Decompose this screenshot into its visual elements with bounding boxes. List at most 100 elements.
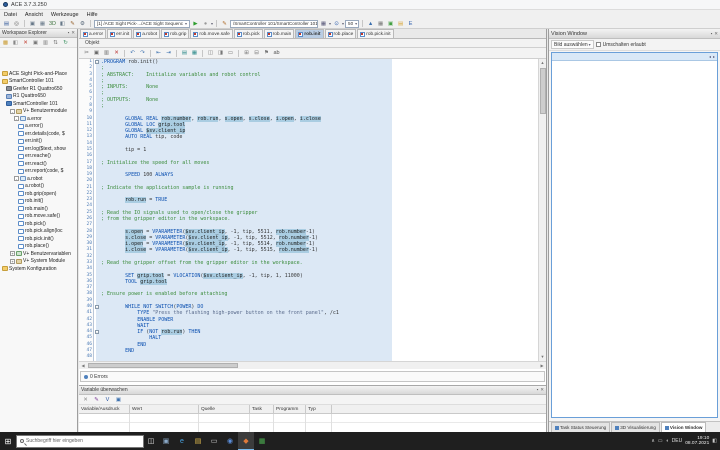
collapse-icon[interactable]: - — [14, 176, 19, 181]
tree-item-V+-Benutzermodule[interactable]: -V+ Benutzermodule — [0, 108, 77, 116]
taskbar-clock[interactable]: 19:10 08.07.2021 — [685, 436, 709, 447]
power-button[interactable]: ⊙ — [332, 19, 341, 28]
stop-button[interactable]: ● — [201, 19, 210, 28]
watch-column-task[interactable]: Task — [250, 405, 274, 413]
tree-item-R1-Quattro650[interactable]: R1 Quattro650 — [0, 93, 77, 101]
task-view-button[interactable]: ◫ — [144, 432, 158, 450]
copy-icon[interactable]: ▣ — [28, 19, 37, 28]
watch-column-quelle[interactable]: Quelle — [199, 405, 250, 413]
tree-item-err.init-[interactable]: err.init() — [0, 138, 77, 146]
collapse-icon[interactable]: - — [10, 109, 15, 114]
tree-item-err.react-[interactable]: err.react() — [0, 160, 77, 168]
vplus-icon[interactable]: V — [103, 395, 112, 404]
expand-icon[interactable]: + — [10, 259, 15, 264]
chevron-down-icon[interactable]: ▾ — [329, 21, 331, 26]
tree-item-System-Konfiguration[interactable]: System Konfiguration — [0, 265, 77, 273]
tree-item-rob.main-[interactable]: rob.main() — [0, 205, 77, 213]
emulation-icon[interactable]: E — [406, 19, 415, 28]
collapse-all-icon[interactable]: ⊟ — [252, 49, 261, 58]
paste-icon[interactable]: ▥ — [41, 38, 50, 47]
tray-volume-icon[interactable]: ◖ — [666, 438, 669, 444]
watch-column-variable-ausdruck[interactable]: Variable/Ausdruck — [79, 405, 130, 413]
expand-all-icon[interactable]: ⊞ — [242, 49, 251, 58]
run-button[interactable]: ▶ — [191, 19, 200, 28]
vertical-scroll-thumb[interactable] — [540, 68, 546, 114]
code-editor[interactable]: 1-.PROGRAM rob.init()2;3; ABSTRACT: Init… — [79, 59, 546, 361]
redo-icon[interactable]: ↷ — [138, 49, 147, 58]
close-icon[interactable]: ✕ — [71, 30, 75, 36]
edit-controller-icon[interactable]: ✎ — [220, 19, 229, 28]
close-icon[interactable]: ✕ — [714, 31, 718, 37]
taskbar-app-browser-icon[interactable]: ◉ — [222, 432, 238, 450]
controller-combo[interactable]: /SmartController 101/SmartController 101… — [230, 20, 318, 28]
robot-icon[interactable]: ▲ — [366, 19, 375, 28]
object-bar[interactable]: Objekt — [79, 39, 546, 48]
monitor-window-icon[interactable]: ◨ — [216, 49, 225, 58]
tree-item-a.robot-[interactable]: a.robot() — [0, 183, 77, 191]
tree-item-ACE-Sight-Pick-and-Place[interactable]: ACE Sight Pick-and-Place — [0, 70, 77, 78]
paste-icon[interactable]: ▥ — [102, 49, 111, 58]
editor-tab-a.error[interactable]: a.error — [80, 29, 106, 38]
pin-icon[interactable]: ▪ — [537, 387, 539, 393]
tree-item-err.report-code-[interactable]: err.report(code, $ — [0, 168, 77, 176]
open-icon[interactable]: ◧ — [11, 38, 20, 47]
watch-column-programm[interactable]: Programm — [274, 405, 306, 413]
start-button[interactable]: ⊞ — [0, 432, 16, 450]
uncomment-icon[interactable]: ▦ — [190, 49, 199, 58]
editor-tab-rob.pick.init[interactable]: rob.pick.init — [357, 29, 393, 38]
collapse-icon[interactable]: - — [14, 116, 19, 121]
ab-icon[interactable]: ab — [272, 49, 281, 58]
workspace-tree[interactable]: ACE Sight Pick-and-Place SmartController … — [0, 48, 77, 273]
delete-icon[interactable]: ✕ — [112, 49, 121, 58]
horizontal-scroll-thumb[interactable] — [88, 363, 238, 368]
dock-tab-3d-visualisierung[interactable]: 3D Visualisierung — [611, 422, 660, 432]
taskbar-app-edge-icon[interactable]: e — [174, 432, 190, 450]
copy-icon[interactable]: ▣ — [31, 38, 40, 47]
monitor-icon[interactable]: ▣ — [386, 19, 395, 28]
horizontal-scrollbar[interactable]: ◀ ▶ — [79, 361, 546, 369]
taskbar-app-7-icon[interactable]: ▦ — [254, 432, 270, 450]
editor-tab-rob.grip[interactable]: rob.grip — [161, 29, 189, 38]
taskbar-app-1-icon[interactable]: ▣ — [158, 432, 174, 450]
refresh-icon[interactable]: ↻ — [61, 38, 70, 47]
tree-item-V+-Benutzervariablen[interactable]: +V+ Benutzervariablen — [0, 250, 77, 258]
grid-view-button[interactable]: ▦ — [319, 19, 328, 28]
editor-tab-rob.pick[interactable]: rob.pick — [234, 29, 263, 38]
menu-ansicht[interactable]: Ansicht — [21, 12, 47, 18]
toggle-allowed-checkbox[interactable] — [596, 42, 601, 47]
vision-display-area[interactable]: ◂ ▸ — [551, 52, 718, 418]
taskbar-app-ace-icon[interactable]: ◆ — [238, 432, 254, 450]
scroll-down-icon[interactable]: ▼ — [539, 353, 546, 361]
new-item-icon[interactable]: ▩ — [1, 38, 10, 47]
fold-collapse-icon[interactable]: - — [95, 60, 99, 64]
tray-chevron-icon[interactable]: ∧ — [651, 438, 655, 444]
tree-item-V+-System-Module[interactable]: +V+ System Module — [0, 258, 77, 266]
editor-tab-rob.move.safe[interactable]: rob.move.safe — [190, 29, 232, 38]
pin-icon[interactable]: ▪ — [68, 30, 70, 36]
folder-icon[interactable]: ▤ — [396, 19, 405, 28]
keyboard-language[interactable]: DEU — [672, 438, 683, 444]
tree-item-SmartController-101[interactable]: SmartController 101 — [0, 100, 77, 108]
sort-icon[interactable]: ⇅ — [51, 38, 60, 47]
tree-item-rob.pick.init-[interactable]: rob.pick.init() — [0, 235, 77, 243]
tree-item-rob.move.safe-[interactable]: rob.move.safe() — [0, 213, 77, 221]
taskbar-app-explorer-icon[interactable]: ▤ — [190, 432, 206, 450]
indent-icon[interactable]: ⇥ — [164, 49, 173, 58]
editor-tab-a.robot[interactable]: a.robot — [133, 29, 160, 38]
delete-icon[interactable]: ✕ — [81, 395, 90, 404]
monitor-icon[interactable]: ▣ — [114, 395, 123, 404]
3d-view-icon[interactable]: 3D — [48, 19, 57, 28]
clear-icon[interactable]: ✎ — [92, 395, 101, 404]
editor-tab-rob.place[interactable]: rob.place — [325, 29, 357, 38]
tree-item-Greifer-R1-Quattro650[interactable]: Greifer R1 Quattro650 — [0, 85, 77, 93]
taskbar-app-store-icon[interactable]: ▭ — [206, 432, 222, 450]
tree-item-rob.pick-[interactable]: rob.pick() — [0, 220, 77, 228]
tree-item-err.log-text-show[interactable]: err.log($text, show — [0, 145, 77, 153]
outdent-icon[interactable]: ⇤ — [154, 49, 163, 58]
pin-icon[interactable]: ▪ — [711, 31, 713, 37]
menu-datei[interactable]: Datei — [0, 12, 21, 18]
tree-item-a.error-[interactable]: a.error() — [0, 123, 77, 131]
scroll-up-icon[interactable]: ▲ — [539, 59, 546, 67]
vertical-scrollbar[interactable]: ▲ ▼ — [538, 59, 546, 361]
copy-icon[interactable]: ▣ — [92, 49, 101, 58]
